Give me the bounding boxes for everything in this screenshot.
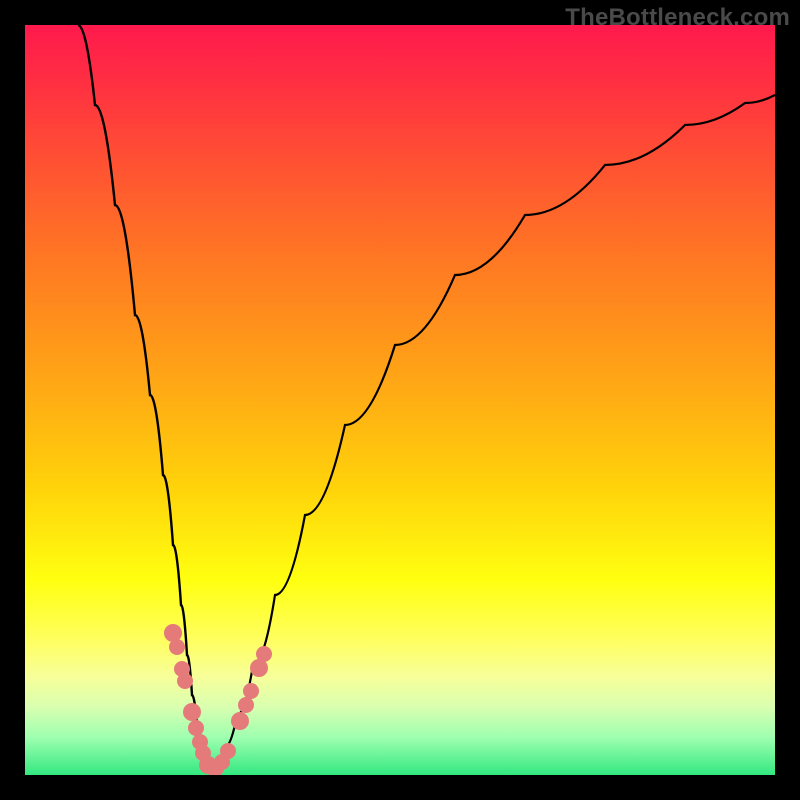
chart-plot-area bbox=[25, 25, 775, 775]
curve-left-path bbox=[78, 25, 211, 775]
watermark-text: TheBottleneck.com bbox=[565, 4, 790, 32]
curve-left-branch bbox=[78, 25, 211, 775]
curve-right-path bbox=[211, 95, 775, 775]
highlight-marker bbox=[169, 639, 185, 655]
highlight-marker bbox=[256, 646, 272, 662]
highlight-marker bbox=[188, 720, 204, 736]
highlight-marker bbox=[220, 743, 236, 759]
curve-right-branch bbox=[211, 95, 775, 775]
highlight-marker bbox=[177, 673, 193, 689]
highlight-marker bbox=[238, 697, 254, 713]
highlight-markers bbox=[164, 624, 272, 775]
highlight-marker bbox=[164, 624, 182, 642]
highlight-marker bbox=[231, 712, 249, 730]
highlight-marker bbox=[183, 703, 201, 721]
chart-frame: TheBottleneck.com bbox=[0, 0, 800, 800]
chart-svg bbox=[25, 25, 775, 775]
highlight-marker bbox=[243, 683, 259, 699]
